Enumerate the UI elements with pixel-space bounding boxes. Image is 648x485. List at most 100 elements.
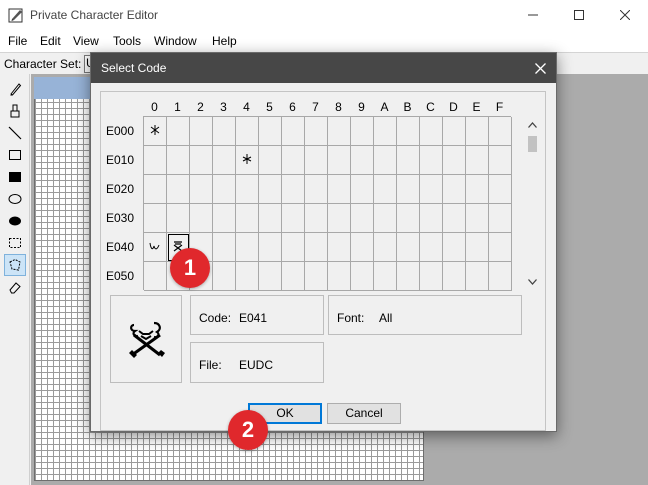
- code-cell[interactable]: [167, 117, 190, 146]
- code-cell[interactable]: [374, 146, 397, 175]
- brush-tool[interactable]: [4, 100, 26, 122]
- code-cell[interactable]: [466, 204, 489, 233]
- close-button[interactable]: [602, 0, 648, 30]
- code-cell[interactable]: [259, 175, 282, 204]
- code-cell[interactable]: [213, 117, 236, 146]
- code-cell[interactable]: [259, 146, 282, 175]
- code-cell[interactable]: [305, 262, 328, 291]
- code-cell[interactable]: [213, 146, 236, 175]
- code-cell[interactable]: [305, 117, 328, 146]
- code-cell[interactable]: [236, 262, 259, 291]
- code-cell[interactable]: [213, 233, 236, 262]
- code-cell[interactable]: [328, 146, 351, 175]
- code-cell[interactable]: [328, 262, 351, 291]
- scroll-down-button[interactable]: [524, 273, 541, 290]
- code-cell[interactable]: [489, 233, 512, 262]
- code-cell[interactable]: [144, 233, 167, 262]
- dialog-close-button[interactable]: [524, 53, 556, 83]
- code-cell[interactable]: [144, 146, 167, 175]
- code-cell[interactable]: [144, 262, 167, 291]
- code-cell[interactable]: [420, 204, 443, 233]
- code-cell[interactable]: [144, 117, 167, 146]
- code-cell[interactable]: [305, 233, 328, 262]
- code-grid-scrollbar[interactable]: [524, 116, 541, 290]
- code-cell[interactable]: [305, 204, 328, 233]
- maximize-button[interactable]: [556, 0, 602, 30]
- code-cell[interactable]: [305, 146, 328, 175]
- code-cell[interactable]: [305, 175, 328, 204]
- code-cell[interactable]: [374, 175, 397, 204]
- code-cell[interactable]: [466, 146, 489, 175]
- code-cell[interactable]: [167, 204, 190, 233]
- code-cell[interactable]: [167, 175, 190, 204]
- code-cell[interactable]: [420, 175, 443, 204]
- code-cell[interactable]: [489, 146, 512, 175]
- code-cell[interactable]: [466, 262, 489, 291]
- code-cell[interactable]: [167, 146, 190, 175]
- code-cell[interactable]: [259, 117, 282, 146]
- code-cell[interactable]: [466, 117, 489, 146]
- code-cell[interactable]: [420, 117, 443, 146]
- cancel-button[interactable]: Cancel: [327, 403, 401, 424]
- code-cell[interactable]: [397, 117, 420, 146]
- code-cell[interactable]: [374, 204, 397, 233]
- hollow-rectangle-tool[interactable]: [4, 144, 26, 166]
- line-tool[interactable]: [4, 122, 26, 144]
- code-cell[interactable]: [282, 262, 305, 291]
- code-cell[interactable]: [236, 117, 259, 146]
- code-cell[interactable]: [351, 175, 374, 204]
- code-cell[interactable]: [443, 146, 466, 175]
- scroll-thumb[interactable]: [528, 136, 537, 152]
- code-cell[interactable]: [397, 175, 420, 204]
- code-cell[interactable]: [190, 175, 213, 204]
- code-cell[interactable]: [351, 204, 374, 233]
- code-cell[interactable]: [236, 175, 259, 204]
- code-cell[interactable]: [259, 233, 282, 262]
- code-cell[interactable]: [443, 262, 466, 291]
- filled-ellipse-tool[interactable]: [4, 210, 26, 232]
- code-cell[interactable]: [351, 262, 374, 291]
- code-cell[interactable]: [397, 204, 420, 233]
- code-cell[interactable]: [397, 146, 420, 175]
- menu-window[interactable]: Window: [154, 34, 197, 48]
- code-cell[interactable]: [374, 117, 397, 146]
- code-cell[interactable]: [443, 233, 466, 262]
- code-cell[interactable]: [397, 233, 420, 262]
- code-cell[interactable]: [489, 117, 512, 146]
- code-cell[interactable]: [213, 204, 236, 233]
- code-cell[interactable]: [328, 175, 351, 204]
- code-cell[interactable]: [236, 233, 259, 262]
- dialog-titlebar[interactable]: Select Code: [91, 53, 556, 83]
- code-cell[interactable]: [443, 175, 466, 204]
- eraser-tool[interactable]: [4, 276, 26, 298]
- code-cell[interactable]: [443, 204, 466, 233]
- code-cell[interactable]: [213, 262, 236, 291]
- code-cell[interactable]: [466, 233, 489, 262]
- code-cell[interactable]: [282, 146, 305, 175]
- code-cell[interactable]: [236, 146, 259, 175]
- code-cell[interactable]: [374, 262, 397, 291]
- hollow-ellipse-tool[interactable]: [4, 188, 26, 210]
- code-cell[interactable]: [190, 146, 213, 175]
- code-cell[interactable]: [351, 233, 374, 262]
- code-cell[interactable]: [351, 146, 374, 175]
- code-cell[interactable]: [420, 146, 443, 175]
- code-cell[interactable]: [466, 175, 489, 204]
- code-cell[interactable]: [328, 204, 351, 233]
- code-cell[interactable]: [397, 262, 420, 291]
- code-cell[interactable]: [144, 175, 167, 204]
- code-cell[interactable]: [282, 175, 305, 204]
- code-cell[interactable]: [236, 204, 259, 233]
- rectangular-selection-tool[interactable]: [4, 232, 26, 254]
- code-cell[interactable]: [374, 233, 397, 262]
- filled-rectangle-tool[interactable]: [4, 166, 26, 188]
- code-cell[interactable]: [328, 233, 351, 262]
- minimize-button[interactable]: [510, 0, 556, 30]
- code-cell[interactable]: [190, 117, 213, 146]
- pencil-tool[interactable]: [4, 78, 26, 100]
- menu-help[interactable]: Help: [212, 34, 237, 48]
- code-cell[interactable]: [489, 262, 512, 291]
- code-cell[interactable]: [213, 175, 236, 204]
- code-cell[interactable]: [351, 117, 374, 146]
- code-cell[interactable]: [489, 175, 512, 204]
